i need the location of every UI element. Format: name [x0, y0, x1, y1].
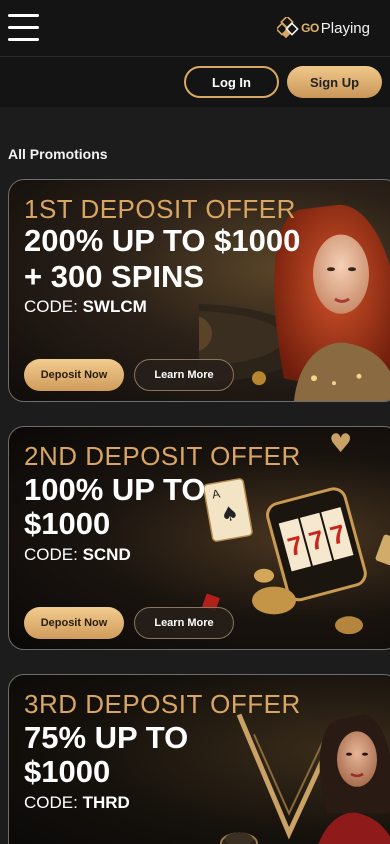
logo-diamond-icon: [277, 17, 299, 39]
top-bar: GO Playing: [0, 0, 390, 57]
site-logo[interactable]: GO Playing: [277, 16, 370, 40]
offer-code-value: THRD: [82, 793, 130, 812]
promo-card-2[interactable]: A ♠ 7 7 7 ♥ 2ND DEPOSIT OFFER 100% UP TO…: [8, 426, 390, 650]
section-title: All Promotions: [8, 146, 108, 162]
offer-title-line2: + 300 SPINS: [24, 259, 205, 294]
hamburger-menu-icon[interactable]: [8, 14, 40, 42]
promo-card-1[interactable]: 1ST DEPOSIT OFFER 200% UP TO $1000 + 300…: [8, 179, 390, 402]
offer-code-value: SCND: [82, 545, 131, 564]
offer-title-line1: 75% UP TO: [24, 720, 189, 755]
auth-bar: Log In Sign Up: [0, 57, 390, 107]
promo-card-3[interactable]: 3RD DEPOSIT OFFER 75% UP TO $1000 CODE: …: [8, 674, 390, 844]
offer-title-line1: 200% UP TO $1000: [24, 223, 301, 258]
learn-more-button[interactable]: Learn More: [134, 607, 234, 639]
signup-button[interactable]: Sign Up: [287, 66, 382, 98]
offer-code: CODE: THRD: [24, 793, 130, 813]
offer-heading: 2ND DEPOSIT OFFER: [24, 441, 301, 471]
offer-heading: 1ST DEPOSIT OFFER: [24, 194, 296, 224]
offer-title-line1: 100% UP TO: [24, 472, 206, 507]
login-button[interactable]: Log In: [184, 66, 279, 98]
logo-go-text: GO: [301, 21, 319, 35]
offer-code-label: CODE:: [24, 545, 83, 564]
offer-title-line2: $1000: [24, 754, 111, 789]
learn-more-button[interactable]: Learn More: [134, 359, 234, 391]
offer-code: CODE: SCND: [24, 545, 131, 565]
deposit-now-button[interactable]: Deposit Now: [24, 359, 124, 391]
deposit-now-button[interactable]: Deposit Now: [24, 607, 124, 639]
offer-code-label: CODE:: [24, 793, 83, 812]
offer-title-line2: $1000: [24, 506, 111, 541]
offer-heading: 3RD DEPOSIT OFFER: [24, 689, 301, 719]
offer-code-label: CODE:: [24, 297, 83, 316]
offer-code: CODE: SWLCM: [24, 297, 147, 317]
offer-code-value: SWLCM: [82, 297, 147, 316]
logo-playing-text: Playing: [320, 19, 370, 37]
app-root: GO Playing Log In Sign Up All Promotions: [0, 0, 390, 844]
svg-text:♥: ♥: [329, 429, 352, 459]
